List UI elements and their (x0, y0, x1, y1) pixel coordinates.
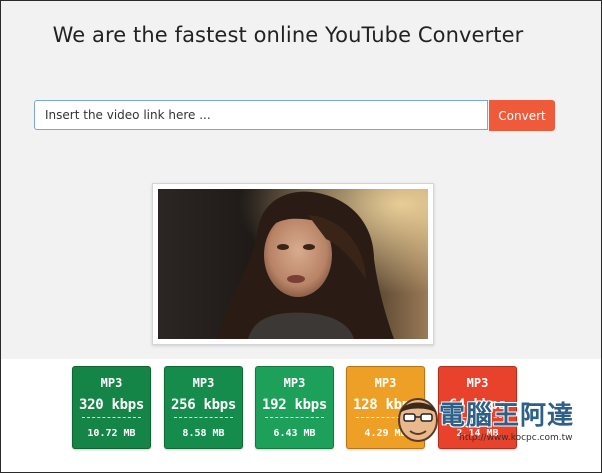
bitrate-label: 192 kbps (261, 397, 328, 413)
file-size-label: 6.43 MB (273, 428, 316, 439)
download-mp3-320-button[interactable]: MP3 320 kbps 10.72 MB (72, 366, 151, 449)
format-label: MP3 (192, 376, 215, 390)
format-label: MP3 (466, 376, 489, 390)
format-label: MP3 (100, 376, 123, 390)
bitrate-label: 320 kbps (78, 397, 145, 413)
watermark-url: http://www.kocpc.com.tw (459, 433, 573, 443)
download-mp3-256-button[interactable]: MP3 256 kbps 8.58 MB (164, 366, 243, 449)
page-title: We are the fastest online YouTube Conver… (52, 23, 524, 47)
video-thumbnail-woman-icon (158, 189, 428, 339)
video-url-input[interactable] (34, 100, 488, 130)
file-size-label: 8.58 MB (182, 428, 225, 439)
site-watermark: 電腦王阿達 http://www.kocpc.com.tw (395, 393, 595, 471)
divider (174, 417, 233, 418)
bitrate-label: 256 kbps (170, 397, 237, 413)
mascot-face-icon (398, 398, 438, 442)
format-label: MP3 (374, 376, 397, 390)
watermark-title: 電腦王阿達 (439, 401, 575, 431)
video-thumbnail[interactable] (152, 183, 434, 345)
download-mp3-192-button[interactable]: MP3 192 kbps 6.43 MB (255, 366, 334, 449)
divider (82, 417, 141, 418)
app-window: We are the fastest online YouTube Conver… (0, 0, 602, 473)
file-size-label: 10.72 MB (87, 428, 136, 439)
divider (265, 417, 324, 418)
format-label: MP3 (283, 376, 306, 390)
convert-button[interactable]: Convert (489, 100, 555, 131)
